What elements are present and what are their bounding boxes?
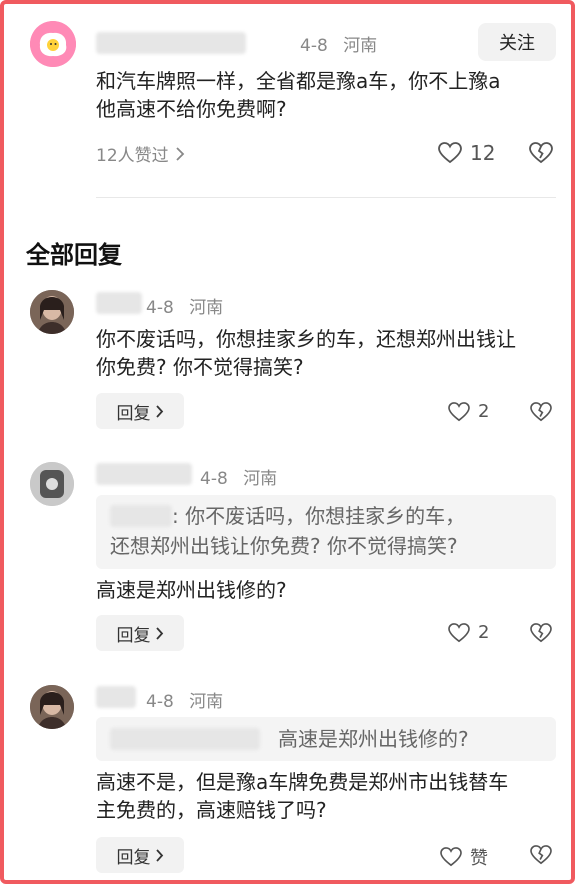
chevron-right-icon: [155, 626, 164, 640]
photo-avatar-icon: [30, 462, 74, 506]
like-count: 2: [478, 622, 490, 643]
reply-button-label: 回复: [116, 847, 151, 868]
reply-text-line: 你免费? 你不觉得搞笑?: [96, 355, 304, 379]
heart-icon: [438, 142, 462, 164]
reply-button-label: 回复: [116, 625, 151, 646]
like-button[interactable]: 2: [448, 401, 489, 422]
divider: [96, 197, 556, 198]
reply-text: 高速是郑州出钱修的?: [96, 576, 556, 604]
heart-icon: [440, 847, 462, 867]
avatar[interactable]: [30, 290, 74, 334]
photo-avatar-icon: [30, 685, 74, 729]
chevron-right-icon: [175, 146, 185, 161]
like-label: 赞: [470, 848, 488, 869]
reply-date: 4-8: [146, 692, 174, 712]
reply-region: 河南: [189, 298, 224, 318]
username-redacted: [96, 686, 136, 708]
reply-text: 高速不是，但是豫a车牌免费是郑州市出钱替车 主免费的，高速赔钱了吗?: [96, 768, 556, 824]
quoted-text-line: 高速是郑州出钱修的?: [278, 727, 469, 751]
quoted-username-redacted: [110, 505, 172, 527]
avatar[interactable]: [30, 21, 76, 67]
reply-region: 河南: [189, 692, 224, 712]
quoted-text-line: 还想郑州出钱让你免费? 你不觉得搞笑?: [110, 534, 458, 558]
username-redacted: [96, 292, 142, 314]
egg-avatar-icon: [30, 21, 76, 67]
chevron-right-icon: [155, 848, 164, 862]
like-count: 2: [478, 401, 490, 422]
reply-text-line: 高速不是，但是豫a车牌免费是郑州市出钱替车: [96, 770, 509, 794]
reply-text-line: 主免费的，高速赔钱了吗?: [96, 798, 327, 822]
reply-button[interactable]: 回复: [96, 393, 184, 429]
like-button[interactable]: 赞: [440, 844, 488, 870]
dislike-button[interactable]: [529, 142, 553, 164]
comment-text-line: 和汽车牌照一样，全省都是豫a车，你不上豫a: [96, 69, 501, 93]
follow-label: 关注: [499, 33, 535, 54]
broken-heart-icon: [529, 142, 553, 164]
like-button[interactable]: 12: [438, 141, 495, 165]
reply-region: 河南: [243, 469, 278, 489]
comment-date: 4-8: [300, 36, 328, 56]
reply-date: 4-8: [146, 298, 174, 318]
dislike-button[interactable]: [530, 845, 552, 865]
dislike-button[interactable]: [530, 623, 552, 643]
reply-meta: 4-8 河南: [146, 293, 223, 318]
reply-text: 你不废话吗，你想挂家乡的车，还想郑州出钱让 你免费? 你不觉得搞笑?: [96, 325, 556, 381]
likes-summary-link[interactable]: 12人赞过: [96, 141, 185, 166]
likes-summary-text: 12人赞过: [96, 146, 169, 166]
section-title: 全部回复: [26, 241, 122, 269]
reply-meta: 4-8 河南: [200, 464, 277, 489]
reply-button-label: 回复: [116, 403, 151, 424]
reply-text-line: 高速是郑州出钱修的?: [96, 578, 287, 602]
like-button[interactable]: 2: [448, 622, 489, 643]
reply-meta: 4-8 河南: [146, 687, 223, 712]
quoted-reply[interactable]: 高速是郑州出钱修的?: [96, 717, 556, 761]
username-redacted: [96, 463, 192, 485]
photo-avatar-icon: [30, 290, 74, 334]
reply-date: 4-8: [200, 469, 228, 489]
heart-icon: [448, 622, 470, 643]
broken-heart-icon: [530, 623, 552, 643]
dislike-button[interactable]: [530, 402, 552, 422]
reply-button[interactable]: 回复: [96, 837, 184, 873]
quoted-reply[interactable]: : 你不废话吗，你想挂家乡的车， 还想郑州出钱让你免费? 你不觉得搞笑?: [96, 495, 556, 569]
avatar[interactable]: [30, 462, 74, 506]
broken-heart-icon: [530, 845, 552, 865]
quoted-username-redacted: [110, 728, 260, 750]
follow-button[interactable]: 关注: [478, 23, 556, 61]
quoted-text-line: : 你不废话吗，你想挂家乡的车，: [172, 504, 466, 528]
chevron-right-icon: [155, 404, 164, 418]
reply-button[interactable]: 回复: [96, 615, 184, 651]
broken-heart-icon: [530, 402, 552, 422]
username-redacted: [96, 32, 246, 54]
comment-meta: 4-8 河南: [300, 31, 377, 56]
comment-text: 和汽车牌照一样，全省都是豫a车，你不上豫a 他高速不给你免费啊?: [96, 67, 556, 123]
heart-icon: [448, 401, 470, 422]
comment-text-line: 他高速不给你免费啊?: [96, 97, 287, 121]
like-count: 12: [470, 141, 496, 165]
comment-region: 河南: [343, 36, 378, 56]
reply-text-line: 你不废话吗，你想挂家乡的车，还想郑州出钱让: [96, 327, 516, 351]
avatar[interactable]: [30, 685, 74, 729]
